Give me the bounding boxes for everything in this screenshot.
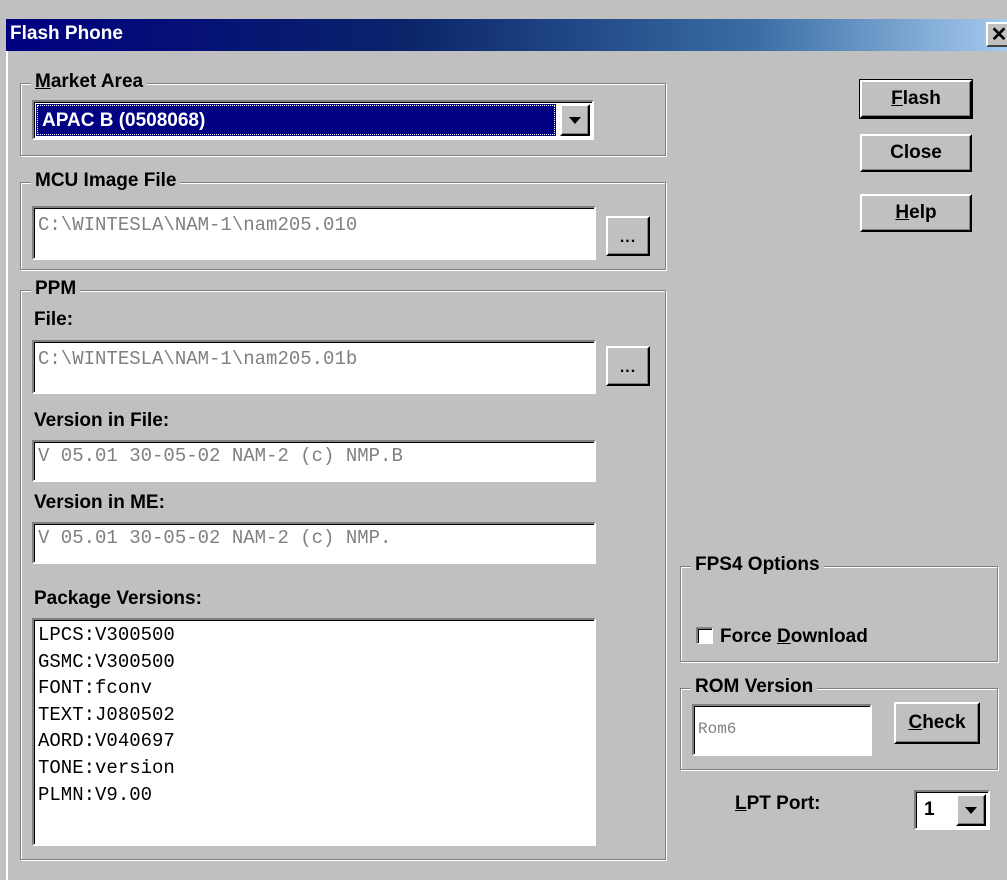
market-area-dropdown-button[interactable]: [560, 104, 590, 136]
close-icon: ✕: [990, 23, 1007, 46]
help-button-label: Help: [895, 202, 937, 223]
mcu-image-path-field[interactable]: C:\WINTESLA\NAM-1\nam205.010: [32, 206, 596, 260]
flash-button-label: Flash: [891, 88, 941, 109]
title-bar: Flash Phone ✕: [6, 19, 1007, 51]
lpt-port-dropdown-button[interactable]: [956, 794, 986, 826]
flash-button[interactable]: Flash: [859, 79, 973, 119]
mcu-image-label: MCU Image File: [31, 170, 181, 192]
window-close-button[interactable]: ✕: [986, 22, 1007, 47]
list-item: GSMC:V300500: [38, 650, 175, 673]
version-in-me-field: V 05.01 30-05-02 NAM-2 (c) NMP.: [32, 522, 596, 564]
chevron-down-icon: [965, 806, 977, 814]
chevron-down-icon: [569, 116, 581, 124]
version-in-me-label: Version in ME:: [34, 492, 165, 513]
list-item: AORD:V040697: [38, 730, 175, 753]
ellipsis-icon: ...: [619, 359, 637, 376]
list-item: TONE:version: [38, 756, 175, 779]
ppm-label: PPM: [31, 278, 81, 300]
rom-version-label: ROM Version: [691, 676, 818, 698]
list-item: TEXT:J080502: [38, 703, 175, 726]
check-button-label: Check: [908, 712, 966, 733]
version-in-file-label: Version in File:: [34, 410, 170, 431]
package-versions-list[interactable]: LPCS:V300500 GSMC:V300500 FONT:fconv TEX…: [32, 618, 596, 846]
close-button[interactable]: Close: [860, 134, 972, 172]
lpt-port-select[interactable]: 1: [914, 790, 990, 830]
version-in-file-field: V 05.01 30-05-02 NAM-2 (c) NMP.B: [32, 440, 596, 482]
ppm-file-label: File:: [34, 309, 74, 330]
close-button-label: Close: [890, 142, 942, 163]
lpt-port-value: 1: [924, 799, 935, 820]
market-area-label: Market Area: [31, 71, 148, 93]
ppm-browse-button[interactable]: ...: [606, 346, 650, 386]
market-area-select[interactable]: APAC B (0508068): [32, 100, 594, 140]
check-button[interactable]: Check: [894, 702, 980, 744]
force-download-label[interactable]: Force Download: [720, 626, 868, 648]
force-download-checkbox[interactable]: [696, 627, 713, 644]
list-item: LPCS:V300500: [38, 624, 175, 646]
lpt-port-label: LPT Port:: [735, 793, 821, 814]
rom-version-field: Rom6: [692, 704, 872, 756]
window-title: Flash Phone: [10, 23, 123, 44]
package-versions-label: Package Versions:: [34, 588, 202, 609]
mcu-browse-button[interactable]: ...: [606, 216, 650, 256]
ellipsis-icon: ...: [619, 229, 637, 246]
fps4-options-label: FPS4 Options: [691, 554, 824, 576]
list-item: PLMN:V9.00: [38, 783, 153, 806]
list-item: FONT:fconv: [38, 677, 153, 700]
market-area-value: APAC B (0508068): [42, 110, 206, 131]
ppm-file-path-field[interactable]: C:\WINTESLA\NAM-1\nam205.01b: [32, 340, 596, 394]
help-button[interactable]: Help: [860, 194, 972, 232]
